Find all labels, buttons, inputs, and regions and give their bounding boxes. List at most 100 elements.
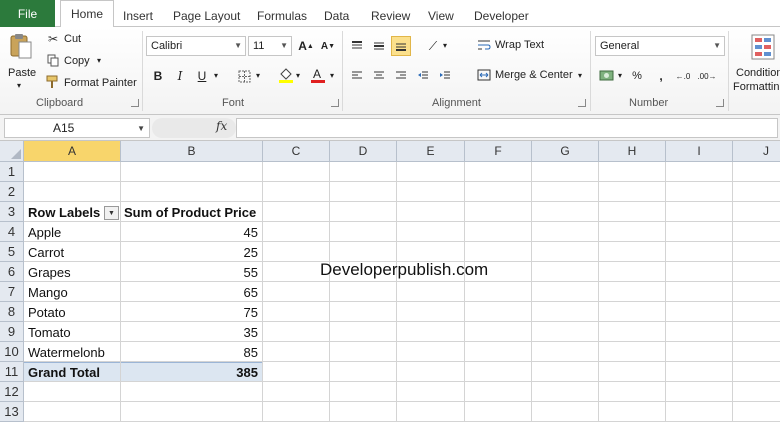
column-header-h[interactable]: H [599, 141, 666, 162]
percent-style-icon[interactable]: % [627, 66, 647, 86]
align-bottom-icon[interactable] [391, 36, 411, 56]
pivot-item-value[interactable]: 35 [120, 322, 262, 342]
column-header-i[interactable]: I [666, 141, 733, 162]
row-header-10[interactable]: 10 [0, 342, 24, 362]
tab-formulas[interactable]: Formulas [257, 4, 307, 27]
row-header-12[interactable]: 12 [0, 382, 24, 402]
chevron-down-icon[interactable]: ▾ [618, 71, 622, 80]
pivot-item-label[interactable]: Tomato [24, 322, 120, 342]
conditional-formatting-icon[interactable] [750, 33, 776, 61]
select-all-button[interactable] [0, 141, 24, 162]
column-header-g[interactable]: G [532, 141, 599, 162]
grand-total-value[interactable]: 385 [120, 362, 262, 382]
underline-button[interactable]: U [192, 66, 212, 86]
pivot-item-label[interactable]: Potato [24, 302, 120, 322]
column-header-a[interactable]: A [24, 141, 121, 162]
pivot-value-header[interactable]: Sum of Product Price [120, 202, 262, 222]
align-center-icon[interactable] [369, 66, 389, 86]
format-painter-icon[interactable] [46, 75, 60, 89]
bold-button[interactable]: B [148, 66, 168, 86]
pivot-item-value[interactable]: 65 [120, 282, 262, 302]
fill-color-icon[interactable] [276, 65, 296, 85]
chevron-down-icon[interactable]: ▾ [330, 71, 334, 80]
tab-developer[interactable]: Developer [474, 4, 529, 27]
formula-input[interactable] [236, 118, 778, 138]
tab-page-layout[interactable]: Page Layout [173, 4, 240, 27]
cut-button[interactable]: Cut [64, 33, 81, 45]
align-top-icon[interactable] [347, 36, 367, 56]
number-launcher-icon[interactable] [716, 99, 724, 107]
pivot-item-label[interactable]: Grapes [24, 262, 120, 282]
borders-icon[interactable] [234, 66, 254, 86]
pivot-item-label[interactable]: Apple [24, 222, 120, 242]
row-header-2[interactable]: 2 [0, 182, 24, 202]
format-painter-button[interactable]: Format Painter [64, 77, 137, 89]
tab-home[interactable]: Home [60, 0, 115, 28]
chevron-down-icon[interactable]: ▼ [137, 124, 145, 133]
paste-button[interactable]: Paste [8, 67, 36, 79]
worksheet-grid[interactable]: A B C D E F G H I J 1 2 3 4 5 6 7 8 9 10… [0, 141, 780, 422]
align-left-icon[interactable] [347, 66, 367, 86]
pivot-item-value[interactable]: 55 [120, 262, 262, 282]
italic-button[interactable]: I [170, 66, 190, 86]
filter-dropdown-icon[interactable]: ▼ [104, 206, 119, 220]
alignment-launcher-icon[interactable] [578, 99, 586, 107]
merge-center-button[interactable]: Merge & Center [495, 69, 573, 81]
chevron-down-icon[interactable]: ▾ [578, 71, 582, 80]
row-header-9[interactable]: 9 [0, 322, 24, 342]
comma-style-icon[interactable]: , [651, 66, 671, 86]
decrease-decimal-icon[interactable]: .00→ [697, 66, 717, 86]
scissors-icon[interactable]: ✂ [46, 32, 60, 46]
name-box[interactable]: A15 ▼ [4, 118, 150, 138]
tab-insert[interactable]: Insert [123, 4, 153, 27]
column-header-f[interactable]: F [465, 141, 532, 162]
increase-decimal-icon[interactable]: ←.0 [673, 66, 693, 86]
conditional-formatting-button-line2[interactable]: Formattin [733, 81, 779, 93]
align-right-icon[interactable] [391, 66, 411, 86]
number-format-combo[interactable]: General ▼ [595, 36, 725, 56]
chevron-down-icon[interactable]: ▾ [256, 71, 260, 80]
row-header-1[interactable]: 1 [0, 162, 24, 182]
pivot-item-label[interactable]: Mango [24, 282, 120, 302]
conditional-formatting-button[interactable]: Condition [736, 67, 780, 79]
shrink-font-icon[interactable]: A ▼ [318, 36, 338, 56]
tab-data[interactable]: Data [324, 4, 349, 27]
row-header-6[interactable]: 6 [0, 262, 24, 282]
column-header-d[interactable]: D [330, 141, 397, 162]
clipboard-launcher-icon[interactable] [131, 99, 139, 107]
copy-icon[interactable] [46, 53, 60, 67]
row-header-4[interactable]: 4 [0, 222, 24, 242]
orientation-icon[interactable]: ⟋ [423, 36, 443, 56]
row-header-13[interactable]: 13 [0, 402, 24, 422]
column-header-b[interactable]: B [121, 141, 263, 162]
row-header-3[interactable]: 3 [0, 202, 24, 222]
grand-total-label[interactable]: Grand Total [24, 362, 120, 382]
decrease-indent-icon[interactable] [413, 66, 433, 86]
tab-view[interactable]: View [428, 4, 454, 27]
paste-dropdown-icon[interactable]: ▾ [17, 81, 21, 90]
chevron-down-icon[interactable]: ▾ [296, 71, 300, 80]
row-header-11[interactable]: 11 [0, 362, 24, 382]
column-header-j[interactable]: J [733, 141, 780, 162]
align-middle-icon[interactable] [369, 36, 389, 56]
copy-button[interactable]: Copy [64, 55, 90, 67]
accounting-format-icon[interactable] [597, 66, 617, 86]
paste-icon[interactable] [8, 31, 34, 61]
pivot-item-value[interactable]: 45 [120, 222, 262, 242]
pivot-item-label[interactable]: Watermelonb [24, 342, 120, 362]
cell-area[interactable]: Row Labels ▼ Sum of Product Price Apple … [24, 162, 780, 422]
tab-review[interactable]: Review [371, 4, 410, 27]
row-header-7[interactable]: 7 [0, 282, 24, 302]
column-header-c[interactable]: C [263, 141, 330, 162]
column-header-e[interactable]: E [397, 141, 465, 162]
insert-function-icon[interactable]: fx [216, 119, 227, 133]
pivot-item-value[interactable]: 85 [120, 342, 262, 362]
merge-center-icon[interactable] [476, 67, 492, 83]
grow-font-icon[interactable]: A ▲ [296, 36, 316, 56]
tab-file[interactable]: File [0, 0, 55, 27]
increase-indent-icon[interactable] [435, 66, 455, 86]
row-header-5[interactable]: 5 [0, 242, 24, 262]
chevron-down-icon[interactable]: ▾ [214, 71, 218, 80]
wrap-text-icon[interactable] [476, 37, 492, 53]
chevron-down-icon[interactable]: ▾ [443, 41, 447, 50]
